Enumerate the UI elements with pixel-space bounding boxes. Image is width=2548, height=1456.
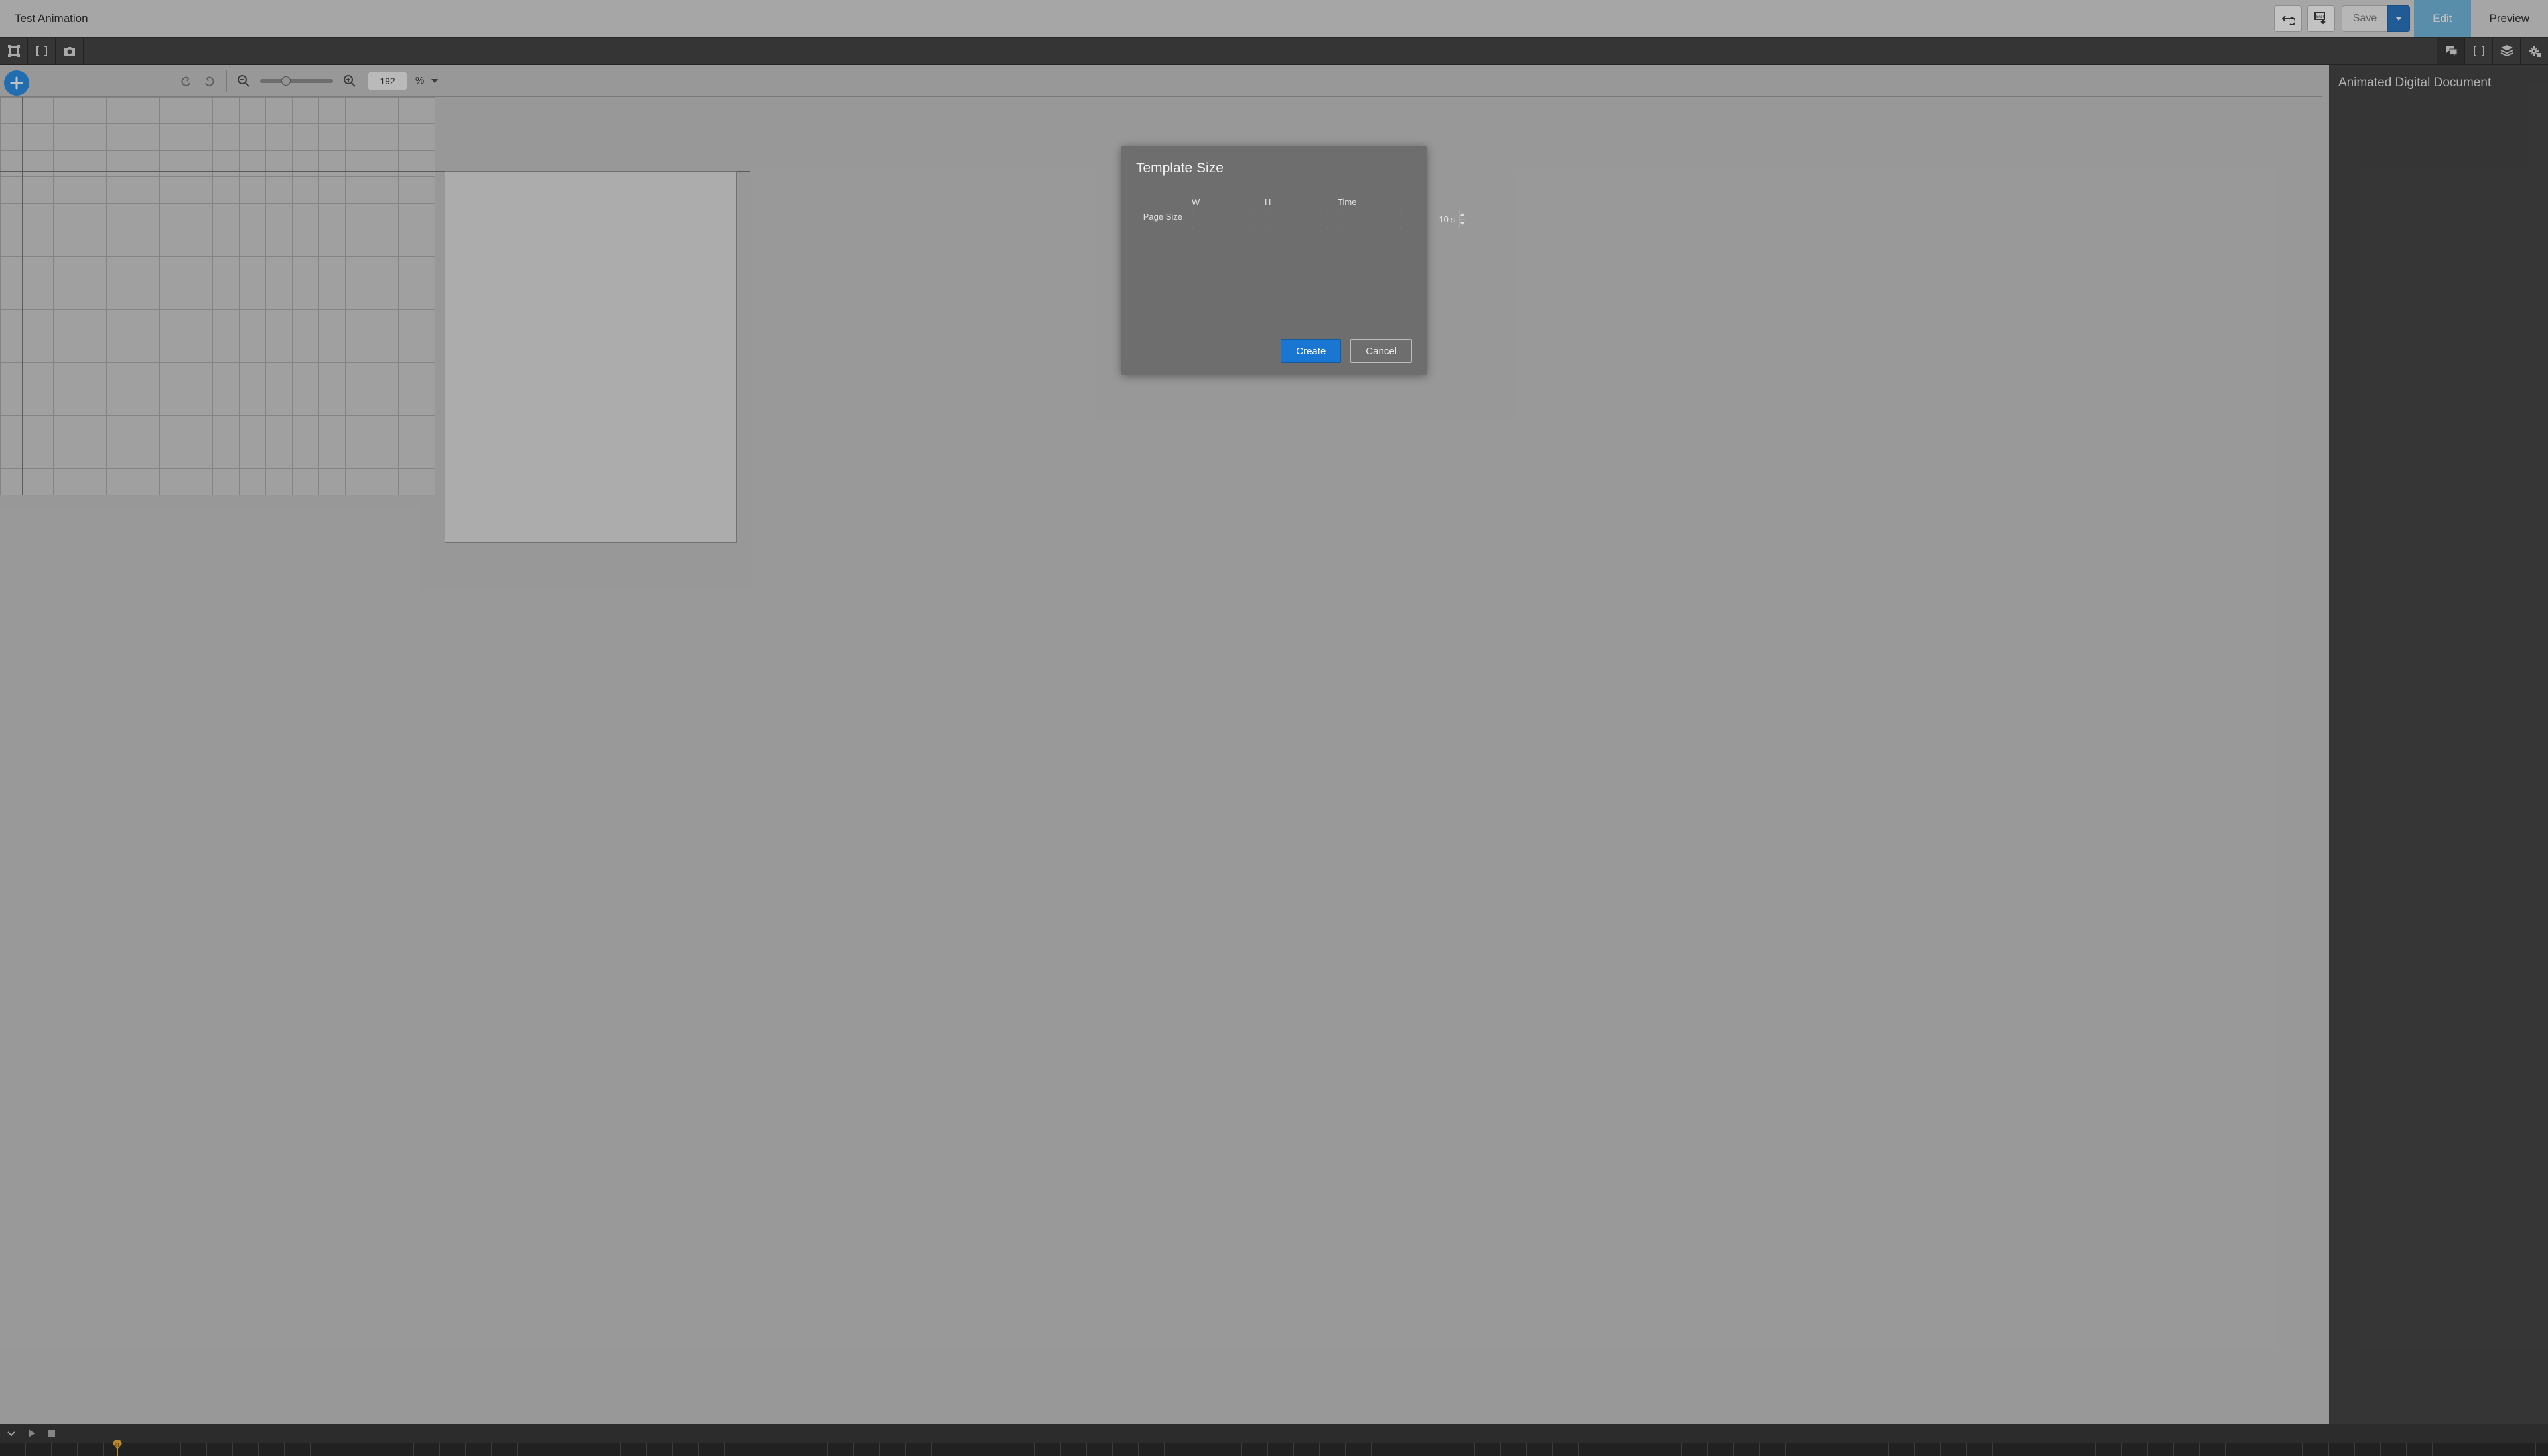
time-step-up[interactable] bbox=[1460, 210, 1465, 220]
caret-up-icon bbox=[1460, 213, 1465, 216]
time-input[interactable] bbox=[1338, 210, 1459, 228]
dialog-actions: Create Cancel bbox=[1136, 339, 1412, 363]
time-spinner bbox=[1338, 210, 1401, 228]
width-spinner bbox=[1192, 210, 1255, 228]
caret-down-icon bbox=[1460, 222, 1465, 225]
height-field-group: H bbox=[1265, 197, 1328, 228]
page-size-label: Page Size bbox=[1136, 212, 1182, 228]
time-step-down[interactable] bbox=[1460, 220, 1465, 228]
width-field-group: W bbox=[1192, 197, 1255, 228]
time-spinner-buttons bbox=[1459, 210, 1465, 228]
create-button[interactable]: Create bbox=[1281, 339, 1341, 363]
time-field-group: Time bbox=[1338, 197, 1401, 228]
dialog-fields-row: Page Size W H bbox=[1136, 197, 1412, 228]
time-label: Time bbox=[1338, 197, 1401, 207]
width-label: W bbox=[1192, 197, 1255, 207]
template-size-dialog: Template Size Page Size W H bbox=[1121, 146, 1427, 375]
cancel-button[interactable]: Cancel bbox=[1350, 339, 1412, 363]
height-spinner bbox=[1265, 210, 1328, 228]
height-label: H bbox=[1265, 197, 1328, 207]
dialog-title: Template Size bbox=[1136, 161, 1412, 176]
modal-overlay[interactable]: Template Size Page Size W H bbox=[0, 0, 2548, 1456]
